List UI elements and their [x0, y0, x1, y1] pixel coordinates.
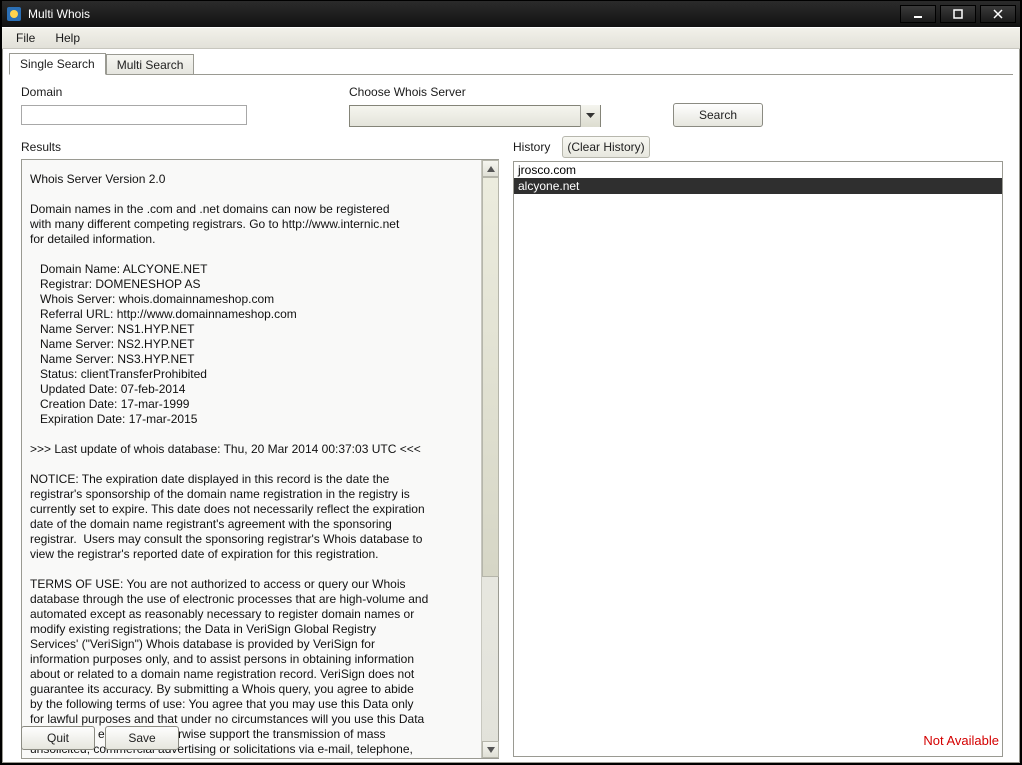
scroll-up-icon[interactable] [482, 160, 499, 177]
save-button[interactable]: Save [105, 726, 179, 750]
client-area: Single Search Multi Search Domain Choose… [2, 49, 1020, 763]
titlebar[interactable]: Multi Whois [2, 1, 1020, 27]
history-list[interactable]: jrosco.com alcyone.net Perform Query Reg… [513, 161, 1003, 757]
tab-multi-search[interactable]: Multi Search [106, 54, 195, 76]
domain-input[interactable] [21, 105, 247, 125]
single-search-panel: Domain Choose Whois Server Search Result… [9, 75, 1013, 756]
results-text[interactable]: Whois Server Version 2.0 Domain names in… [22, 160, 481, 758]
history-item-0[interactable]: jrosco.com [514, 162, 1002, 178]
history-label: History [513, 140, 550, 154]
tab-strip: Single Search Multi Search [9, 53, 194, 75]
app-window: Multi Whois File Help Single Search Mult… [0, 0, 1022, 765]
results-scrollbar[interactable] [481, 160, 498, 758]
app-icon [6, 6, 22, 22]
scroll-thumb[interactable] [482, 177, 499, 577]
window-title: Multi Whois [28, 7, 900, 21]
tab-border [9, 74, 1013, 75]
domain-label: Domain [21, 85, 62, 99]
whois-server-combo[interactable] [349, 105, 601, 127]
menu-file[interactable]: File [8, 29, 43, 47]
chevron-down-icon[interactable] [580, 105, 600, 127]
menu-bar: File Help [2, 27, 1020, 49]
server-label: Choose Whois Server [349, 85, 466, 99]
close-button[interactable] [980, 5, 1016, 23]
menu-help[interactable]: Help [47, 29, 88, 47]
minimize-button[interactable] [900, 5, 936, 23]
results-box: Whois Server Version 2.0 Domain names in… [21, 159, 499, 759]
history-item-1[interactable]: alcyone.net [514, 178, 1002, 194]
search-button[interactable]: Search [673, 103, 763, 127]
clear-history-button[interactable]: (Clear History) [562, 136, 650, 158]
maximize-button[interactable] [940, 5, 976, 23]
quit-button[interactable]: Quit [21, 726, 95, 750]
scroll-down-icon[interactable] [482, 741, 499, 758]
status-text: Not Available [923, 733, 999, 748]
tab-single-search[interactable]: Single Search [9, 53, 106, 75]
results-label: Results [21, 140, 61, 154]
